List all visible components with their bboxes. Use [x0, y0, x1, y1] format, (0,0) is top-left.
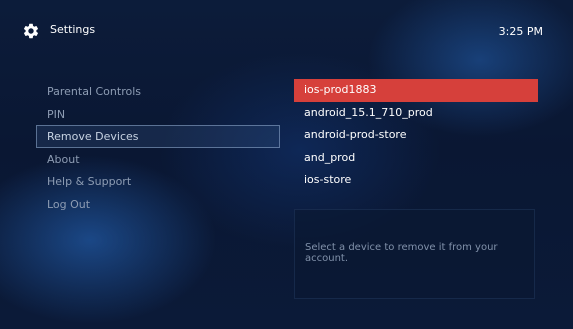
menu-item-pin[interactable]: PIN [36, 103, 280, 126]
device-item[interactable]: ios-prod1883 [294, 79, 538, 102]
device-item[interactable]: android-prod-store [294, 124, 538, 147]
top-bar: Settings 3:25 PM [22, 22, 543, 42]
info-panel: Select a device to remove it from your a… [294, 209, 535, 299]
device-item[interactable]: ios-store [294, 169, 538, 192]
menu-item-remove-devices[interactable]: Remove Devices [36, 125, 280, 148]
menu-item-log-out[interactable]: Log Out [36, 193, 280, 216]
clock: 3:25 PM [498, 25, 543, 38]
device-list: ios-prod1883 android_15.1_710_prod andro… [294, 79, 538, 192]
settings-screen: Settings 3:25 PM Parental Controls PIN R… [4, 4, 569, 325]
page-title: Settings [50, 23, 96, 36]
menu-item-help-support[interactable]: Help & Support [36, 170, 280, 193]
menu-item-about[interactable]: About [36, 148, 280, 171]
menu-item-parental-controls[interactable]: Parental Controls [36, 80, 280, 103]
info-text: Select a device to remove it from your a… [305, 242, 498, 264]
device-item[interactable]: and_prod [294, 147, 538, 170]
gear-icon [23, 23, 39, 39]
settings-menu: Parental Controls PIN Remove Devices Abo… [36, 80, 280, 215]
device-item[interactable]: android_15.1_710_prod [294, 102, 538, 125]
